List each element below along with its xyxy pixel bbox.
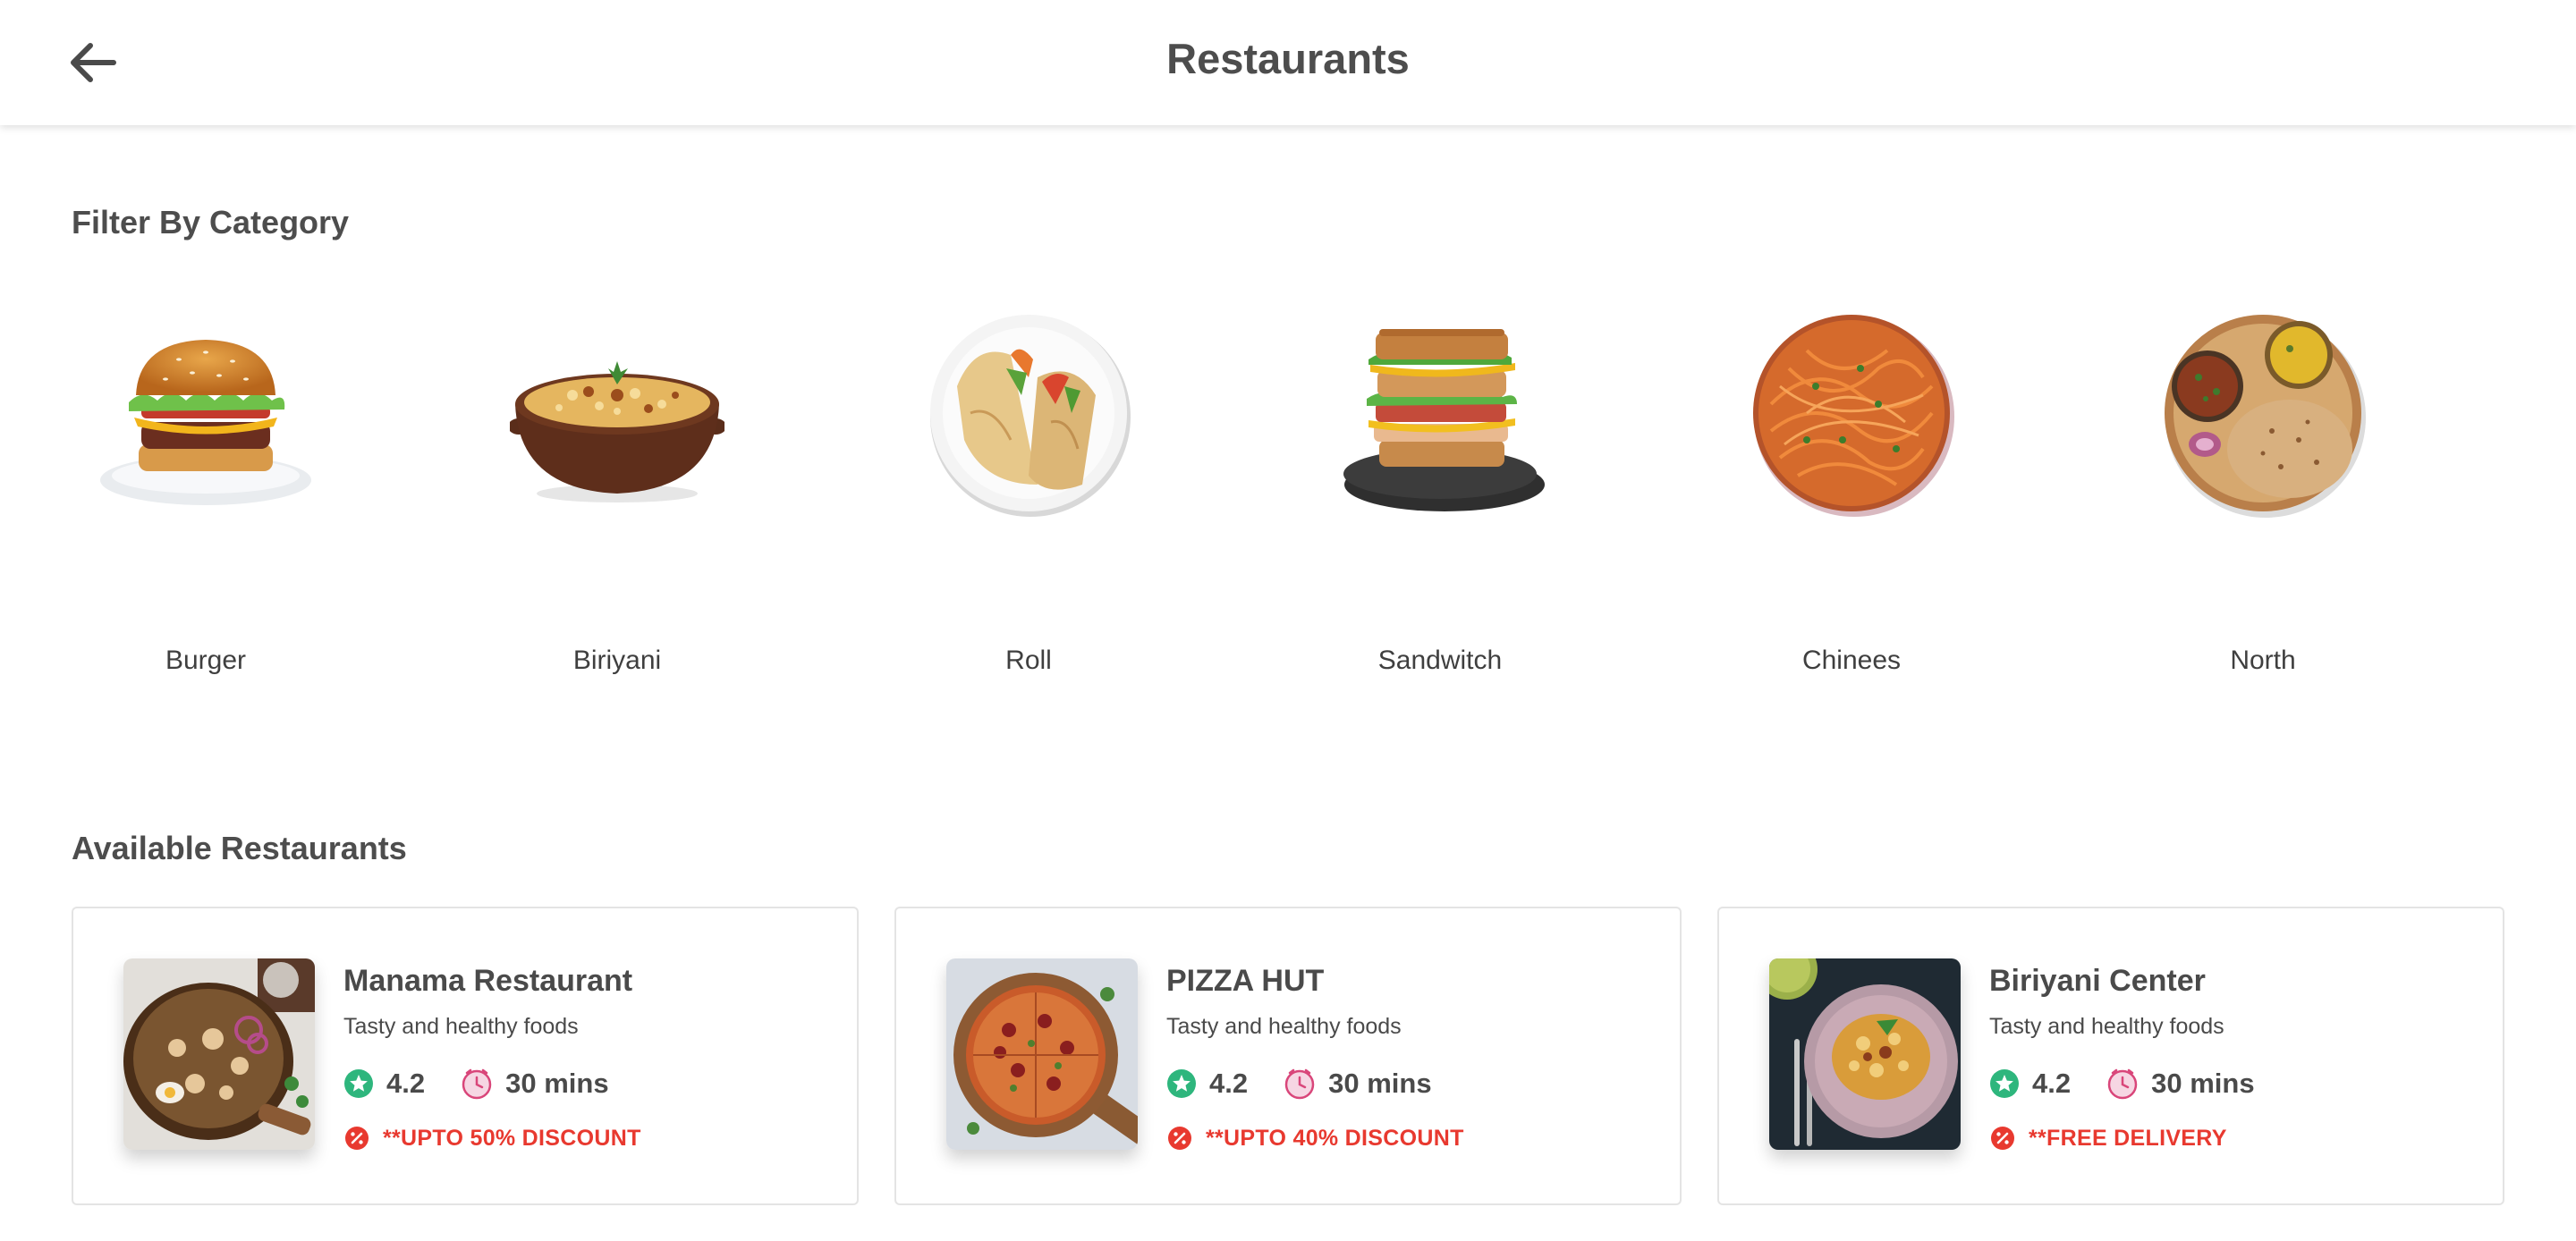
restaurant-description: Tasty and healthy foods <box>1166 1014 1402 1039</box>
category-label: North <box>2230 646 2296 675</box>
restaurant-promo: **UPTO 50% DISCOUNT <box>343 1123 641 1153</box>
rating-value: 4.2 <box>386 1068 426 1099</box>
category-north[interactable]: North <box>2129 288 2397 681</box>
category-label: Roll <box>1005 646 1052 675</box>
discount-icon <box>345 1127 369 1150</box>
promo-text: **UPTO 40% DISCOUNT <box>1206 1125 1464 1151</box>
category-label: Biriyani <box>572 646 662 675</box>
restaurant-card[interactable]: PIZZA HUT Tasty and healthy foods 4.2 30… <box>894 907 1682 1205</box>
restaurant-promo: **FREE DELIVERY <box>1989 1123 2227 1153</box>
category-list: Burger Biriyani Roll Sandwitch Chinees N… <box>72 288 2487 681</box>
promo-text: **FREE DELIVERY <box>2029 1125 2227 1151</box>
thali-image <box>2165 315 2366 518</box>
restaurants-section-title: Available Restaurants <box>72 830 407 866</box>
restaurant-card[interactable]: Manama Restaurant Tasty and healthy food… <box>72 907 859 1205</box>
restaurant-image <box>123 958 315 1150</box>
biriyani-image <box>510 361 724 502</box>
restaurant-meta: 4.2 30 mins <box>1989 1066 2255 1102</box>
category-label: Sandwitch <box>1377 646 1503 675</box>
restaurant-card[interactable]: Biriyani Center Tasty and healthy foods … <box>1717 907 2504 1205</box>
restaurant-meta: 4.2 30 mins <box>343 1066 609 1102</box>
rating-value: 4.2 <box>2032 1068 2072 1099</box>
discount-icon <box>1168 1127 1191 1150</box>
delivery-time: 30 mins <box>2151 1068 2255 1099</box>
clock-icon <box>462 1068 492 1100</box>
rating-value: 4.2 <box>1209 1068 1249 1099</box>
star-icon <box>1167 1069 1196 1098</box>
discount-icon <box>1991 1127 2014 1150</box>
star-icon <box>1990 1069 2019 1098</box>
category-label: Burger <box>165 646 247 675</box>
category-burger[interactable]: Burger <box>72 288 340 681</box>
promo-text: **UPTO 50% DISCOUNT <box>383 1125 641 1151</box>
restaurant-image <box>946 958 1138 1150</box>
restaurant-description: Tasty and healthy foods <box>1989 1014 2224 1039</box>
restaurant-image <box>1769 958 1961 1150</box>
clock-icon <box>1284 1068 1315 1100</box>
restaurant-description: Tasty and healthy foods <box>343 1014 579 1039</box>
page-title: Restaurants <box>1166 35 1410 82</box>
restaurant-name: Manama Restaurant <box>343 964 633 998</box>
restaurant-name: Biriyani Center <box>1989 964 2206 998</box>
category-chinese[interactable]: Chinees <box>1717 288 1986 681</box>
filter-section-title: Filter By Category <box>72 204 350 241</box>
roll-image <box>930 315 1131 517</box>
delivery-time: 30 mins <box>505 1068 609 1099</box>
category-biriyani[interactable]: Biriyani <box>483 288 751 681</box>
category-roll[interactable]: Roll <box>894 288 1163 681</box>
top-bar: Restaurants <box>0 0 2576 125</box>
restaurant-promo: **UPTO 40% DISCOUNT <box>1166 1123 1464 1153</box>
restaurant-meta: 4.2 30 mins <box>1166 1066 1432 1102</box>
delivery-time: 30 mins <box>1328 1068 1432 1099</box>
restaurant-name: PIZZA HUT <box>1166 964 1325 998</box>
category-sandwich[interactable]: Sandwitch <box>1306 288 1574 681</box>
clock-icon <box>2107 1068 2138 1100</box>
noodles-image <box>1753 315 1954 517</box>
sandwich-image <box>1343 329 1545 511</box>
burger-image <box>100 340 311 505</box>
star-icon <box>344 1069 373 1098</box>
category-label: Chinees <box>1801 646 1902 675</box>
